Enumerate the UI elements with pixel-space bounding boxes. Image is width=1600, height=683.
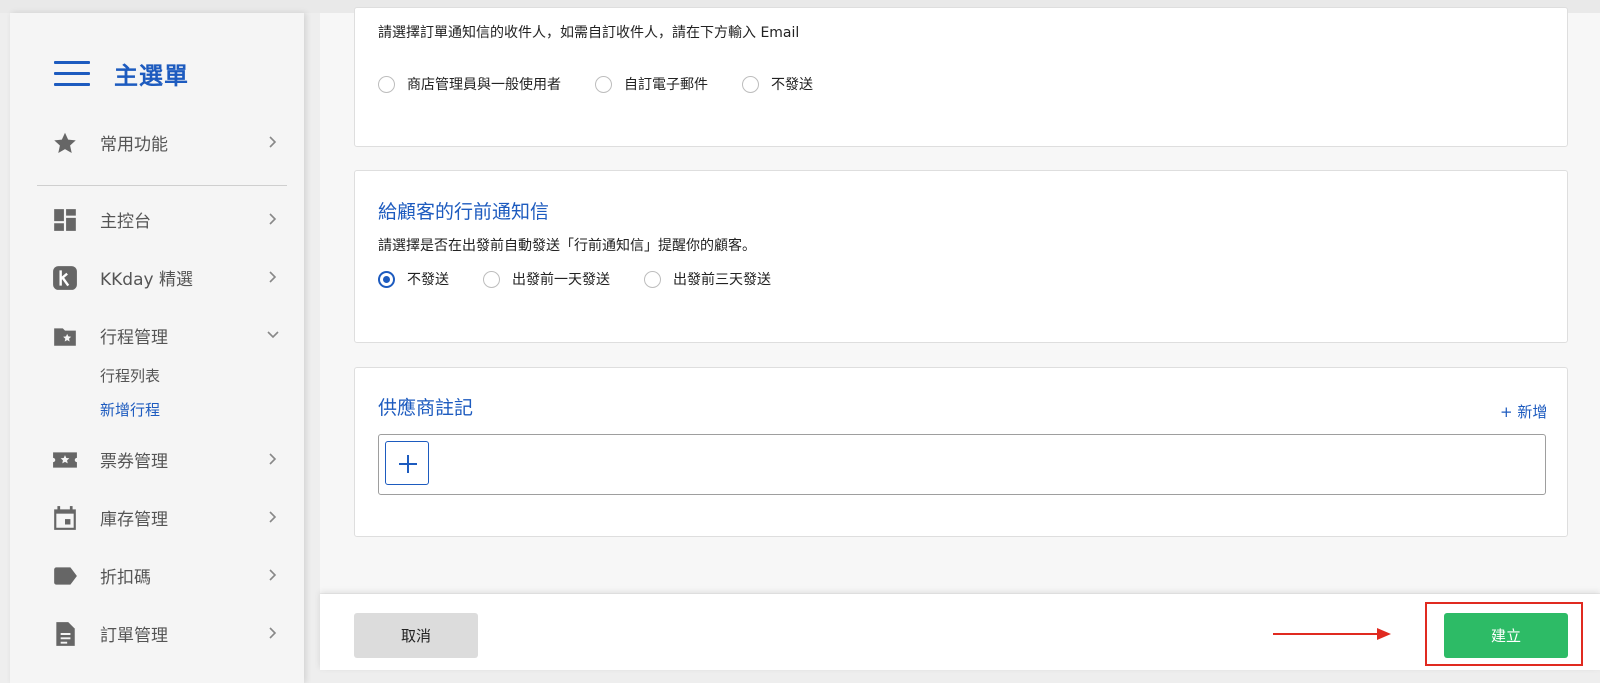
plus-icon	[399, 455, 417, 473]
radio-circle	[483, 270, 500, 288]
supplier-notes-title: 供應商註記	[378, 397, 474, 419]
main-content: 請選擇訂單通知信的收件人，如需自訂收件人，請在下方輸入 Email 商店管理員與…	[320, 7, 1600, 593]
calendar-icon	[54, 506, 76, 530]
chevron-right-icon	[269, 569, 277, 581]
hamburger-menu-icon[interactable]	[54, 60, 90, 87]
pre-departure-title: 給顧客的行前通知信	[378, 201, 550, 223]
chevron-right-icon	[269, 271, 277, 283]
sidebar-item-label: 主控台	[100, 211, 151, 232]
radio-one-day-before[interactable]: 出發前一天發送	[483, 269, 610, 289]
radio-circle	[595, 75, 612, 93]
sidebar-subitem-add-itinerary[interactable]: 新增行程	[100, 399, 160, 420]
cancel-button[interactable]: 取消	[354, 613, 478, 658]
radio-circle-checked	[378, 270, 395, 288]
sidebar-item-itinerary-management[interactable]: 行程管理	[10, 315, 304, 355]
sidebar-header: 主選單	[54, 56, 189, 91]
order-notice-radio-group: 商店管理員與一般使用者 自訂電子郵件 不發送	[378, 74, 813, 94]
order-notice-description: 請選擇訂單通知信的收件人，如需自訂收件人，請在下方輸入 Email	[378, 25, 800, 41]
radio-label: 不發送	[771, 77, 813, 93]
document-icon	[56, 622, 75, 646]
radio-order-no-send[interactable]: 不發送	[742, 74, 813, 94]
add-note-link[interactable]: + 新增	[1500, 401, 1547, 422]
chevron-right-icon	[269, 453, 277, 465]
add-note-button[interactable]	[385, 441, 429, 485]
sidebar-item-favorites[interactable]: 常用功能	[10, 122, 304, 162]
radio-three-days-before[interactable]: 出發前三天發送	[644, 269, 771, 289]
form-footer: 取消 建立	[320, 594, 1600, 670]
radio-label: 出發前一天發送	[512, 272, 610, 288]
sidebar-item-label: 常用功能	[100, 134, 168, 155]
dashboard-icon	[54, 209, 76, 231]
pre-departure-card: 給顧客的行前通知信 請選擇是否在出發前自動發送「行前通知信」提醒你的顧客。 不發…	[354, 170, 1568, 343]
chevron-down-icon	[267, 331, 279, 339]
radio-circle	[644, 270, 661, 288]
radio-label: 商店管理員與一般使用者	[407, 77, 561, 93]
kkday-k-icon	[53, 266, 77, 290]
pre-departure-radio-group: 不發送 出發前一天發送 出發前三天發送	[378, 269, 771, 289]
supplier-note-box	[378, 434, 1546, 495]
radio-no-send[interactable]: 不發送	[378, 269, 449, 289]
chevron-right-icon	[269, 627, 277, 639]
order-notice-card: 請選擇訂單通知信的收件人，如需自訂收件人，請在下方輸入 Email 商店管理員與…	[354, 7, 1568, 147]
pre-departure-description: 請選擇是否在出發前自動發送「行前通知信」提醒你的顧客。	[378, 238, 756, 254]
chevron-right-icon	[269, 213, 277, 225]
tag-icon	[54, 567, 77, 585]
sidebar-item-label: 庫存管理	[100, 509, 168, 530]
menu-title: 主選單	[114, 62, 189, 90]
radio-circle	[378, 75, 395, 93]
radio-label: 自訂電子郵件	[624, 77, 708, 93]
star-icon	[54, 132, 76, 153]
radio-label: 出發前三天發送	[673, 272, 771, 288]
sidebar-item-kkday-picks[interactable]: KKday 精選	[10, 257, 304, 297]
sidebar-item-label: 票券管理	[100, 451, 168, 472]
chevron-right-icon	[269, 511, 277, 523]
sidebar-item-order-management[interactable]: 訂單管理	[10, 613, 304, 653]
sidebar-subitem-itinerary-list[interactable]: 行程列表	[100, 365, 160, 386]
sidebar-item-label: KKday 精選	[100, 269, 193, 290]
radio-admin-and-users[interactable]: 商店管理員與一般使用者	[378, 74, 561, 94]
sidebar-divider	[37, 185, 287, 186]
radio-label: 不發送	[407, 272, 449, 288]
ticket-icon	[53, 452, 77, 468]
sidebar-item-label: 行程管理	[100, 327, 168, 348]
sidebar-item-ticket-management[interactable]: 票券管理	[10, 439, 304, 479]
sidebar-item-label: 訂單管理	[100, 625, 168, 646]
radio-custom-email[interactable]: 自訂電子郵件	[595, 74, 708, 94]
sidebar-item-label: 折扣碼	[100, 567, 151, 588]
sidebar-item-dashboard[interactable]: 主控台	[10, 199, 304, 239]
supplier-notes-card: 供應商註記 + 新增	[354, 367, 1568, 537]
folder-star-icon	[54, 328, 76, 346]
chevron-right-icon	[269, 136, 277, 148]
sidebar-item-discount-code[interactable]: 折扣碼	[10, 555, 304, 595]
arrow-right-icon	[1273, 628, 1391, 640]
sidebar: 主選單 常用功能 主控台 KKday 精選 行程管理 行程列表 新增行程 票券管…	[10, 13, 304, 683]
sidebar-item-inventory-management[interactable]: 庫存管理	[10, 497, 304, 537]
highlight-box	[1425, 602, 1583, 666]
radio-circle	[742, 75, 759, 93]
